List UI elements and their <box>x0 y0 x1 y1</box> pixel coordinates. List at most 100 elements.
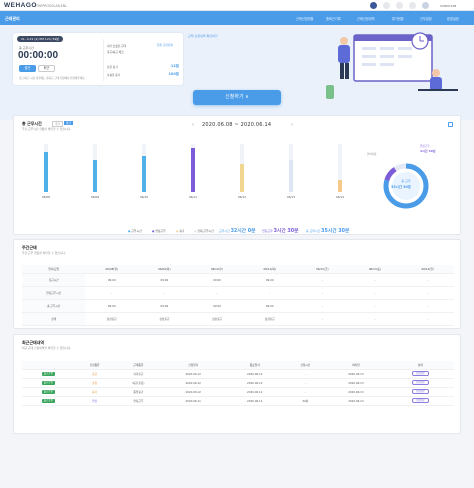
team-status-link[interactable]: 팀원 근태현황 <box>157 43 173 47</box>
table-cell: - <box>285 387 326 397</box>
panel-subtitle: 주간 근무 일정을 확인할 수 있습니다. <box>22 251 66 255</box>
weekly-panel: 주간근태 주간 근무 일정을 확인할 수 있습니다. 일자/요일 06/08(월)… <box>13 239 461 329</box>
top-bar: WEHAGO THEPROSOLAB.ENL SUNNY.KIM <box>0 0 474 11</box>
table-cell: - <box>348 312 402 326</box>
bar[interactable] <box>240 164 244 192</box>
nav-item-schedule[interactable]: 근무일정 <box>420 16 432 21</box>
table-cell: 연장근무 <box>114 396 163 406</box>
table-cell: 지각출근 <box>114 369 163 379</box>
table-cell: 외근(출장) <box>114 378 163 388</box>
table-cell: 출근승인 <box>22 378 75 388</box>
table-cell: - <box>296 273 349 287</box>
nav-item-records[interactable]: 출퇴근기록 <box>326 16 341 21</box>
table-cell: 09:00 <box>138 299 191 313</box>
status-badge: 출근승인 <box>41 390 55 394</box>
column-header: 06/10(수) <box>190 265 244 274</box>
table-cell: 정상출근 <box>85 312 139 326</box>
table-row[interactable]: 출근승인 출장 외근(출장) 2020.06.12 2020.06.12-2020.06… <box>22 378 454 388</box>
clock-in-button[interactable]: 출근 <box>19 65 36 72</box>
request-history-link[interactable]: 근태 신청내역 확인하기 <box>188 34 218 38</box>
x-tick-label: 06/09 <box>91 195 99 199</box>
table-cell: 2020.06.12 <box>223 378 286 388</box>
donut-overtime-label: 연장근무 <box>420 145 430 148</box>
table-row[interactable]: 출근승인 연장 연장근무 2020.06.11 2020.06.11 30분 2020.06… <box>22 396 454 406</box>
nav-item-requests[interactable]: 근태신청내역 <box>357 16 375 21</box>
avatar[interactable] <box>422 2 429 9</box>
column-header <box>22 361 75 370</box>
table-cell: 2020.06.12 <box>223 369 286 379</box>
user-name[interactable]: SUNNY.KIM <box>440 4 456 8</box>
facebook-icon[interactable] <box>370 2 377 9</box>
nav-item-vacation[interactable]: 휴가현황 <box>392 16 404 21</box>
table-cell: 2020.06.13 <box>325 396 387 406</box>
table-cell: 출근 <box>74 369 115 379</box>
nav-item-settings[interactable]: 환경설정 <box>447 16 459 21</box>
nav-title: 근태관리 <box>5 15 20 21</box>
card-row-label: 출근/퇴근 체크 <box>107 50 124 54</box>
bar[interactable] <box>93 160 97 192</box>
bar[interactable] <box>191 148 195 192</box>
bar[interactable] <box>338 180 342 192</box>
table-cell: - <box>348 299 402 313</box>
table-cell: - <box>348 273 402 287</box>
table-row[interactable]: 출근승인 휴가 종일휴가 2020.06.12 2020.06.12-2020.06.1… <box>22 387 454 397</box>
card-row-label: 내가 쓰셨던 근태 <box>107 44 127 48</box>
column-header: 06/12(금) <box>296 265 349 274</box>
column-header: 신청시간 <box>285 361 326 370</box>
card-row-label: 남은 휴가 <box>107 65 118 69</box>
table-cell: - <box>296 312 349 326</box>
column-header: 일자/요일 <box>22 265 86 274</box>
table-cell: 2020.06.12 <box>162 387 224 397</box>
table-cell: - <box>296 286 349 300</box>
nav-item-status[interactable]: 근태신청현황 <box>296 16 314 21</box>
table-cell: 출근승인 <box>22 387 75 397</box>
table-cell: 승인완료 <box>386 378 454 388</box>
office-illustration <box>326 32 458 99</box>
x-tick-label: 06/11 <box>189 195 197 199</box>
table-cell: - <box>401 312 454 326</box>
column-header: 06/14(일) <box>401 265 454 274</box>
grid-icon[interactable] <box>383 2 390 9</box>
chat-icon[interactable] <box>396 2 403 9</box>
approval-status-badge[interactable]: 승인완료 <box>411 379 429 386</box>
table-cell: 정상출근 <box>190 312 244 326</box>
x-tick-label: 06/14 <box>336 195 344 199</box>
column-header: 상태 <box>386 361 454 370</box>
column-header: 06/13(토) <box>348 265 402 274</box>
bar[interactable] <box>142 156 146 192</box>
status-badge: 출근승인 <box>41 372 55 376</box>
table-cell: 승인완료 <box>386 387 454 397</box>
table-cell: 2020.06.13 <box>325 378 387 388</box>
date-pill: 21. 4.21 (2) PM 12시 59분 <box>17 36 64 42</box>
x-tick-label: 06/13 <box>287 195 295 199</box>
table-cell: - <box>401 299 454 313</box>
column-header: 06/08(월) <box>85 265 139 274</box>
table-cell: 2020.06.11 <box>223 396 286 406</box>
table-cell: 연장 <box>74 396 115 406</box>
approval-status-badge[interactable]: 승인완료 <box>411 370 429 377</box>
table-cell: 09:00 <box>85 273 139 287</box>
approval-status-badge[interactable]: 승인완료 <box>411 397 429 404</box>
table-cell: 상태 <box>22 312 86 326</box>
table-row[interactable]: 출근승인 출근 지각출근 2020.06.12 2020.06.12-2020.06.1… <box>22 369 454 379</box>
org-name: THEPROSOLAB.ENL <box>36 3 67 8</box>
wehago-logo[interactable]: WEHAGO <box>4 2 37 9</box>
table-cell: - <box>401 286 454 300</box>
column-header: 06/11(목) <box>243 265 297 274</box>
bell-icon[interactable] <box>409 2 416 9</box>
approval-status-badge[interactable]: 승인완료 <box>411 388 429 395</box>
work-time-panel: 총 근무시간 주간 월간 주간 근무시간 현황을 확인할 수 있습니다. ‹ 2… <box>13 115 461 235</box>
summary-overtime: 연장근무 3시간 30분 <box>262 229 299 234</box>
clock-out-button[interactable]: 퇴근 <box>38 65 55 72</box>
table-cell: 정상출근 <box>138 312 191 326</box>
table-cell: 09:00 <box>138 273 191 287</box>
table-cell: 승인완료 <box>386 369 454 379</box>
bar[interactable] <box>44 152 48 192</box>
bar[interactable] <box>289 160 293 192</box>
table-row: 출근시간 09:00 09:00 09:00 09:00- - - <box>22 273 454 287</box>
table-cell: 09:00 <box>190 299 244 313</box>
apply-button[interactable]: 신청하기 ∨ <box>193 90 281 105</box>
column-header: 06/09(화) <box>138 265 191 274</box>
calendar-icon[interactable] <box>448 122 453 127</box>
table-cell: 09:00 <box>243 273 297 287</box>
